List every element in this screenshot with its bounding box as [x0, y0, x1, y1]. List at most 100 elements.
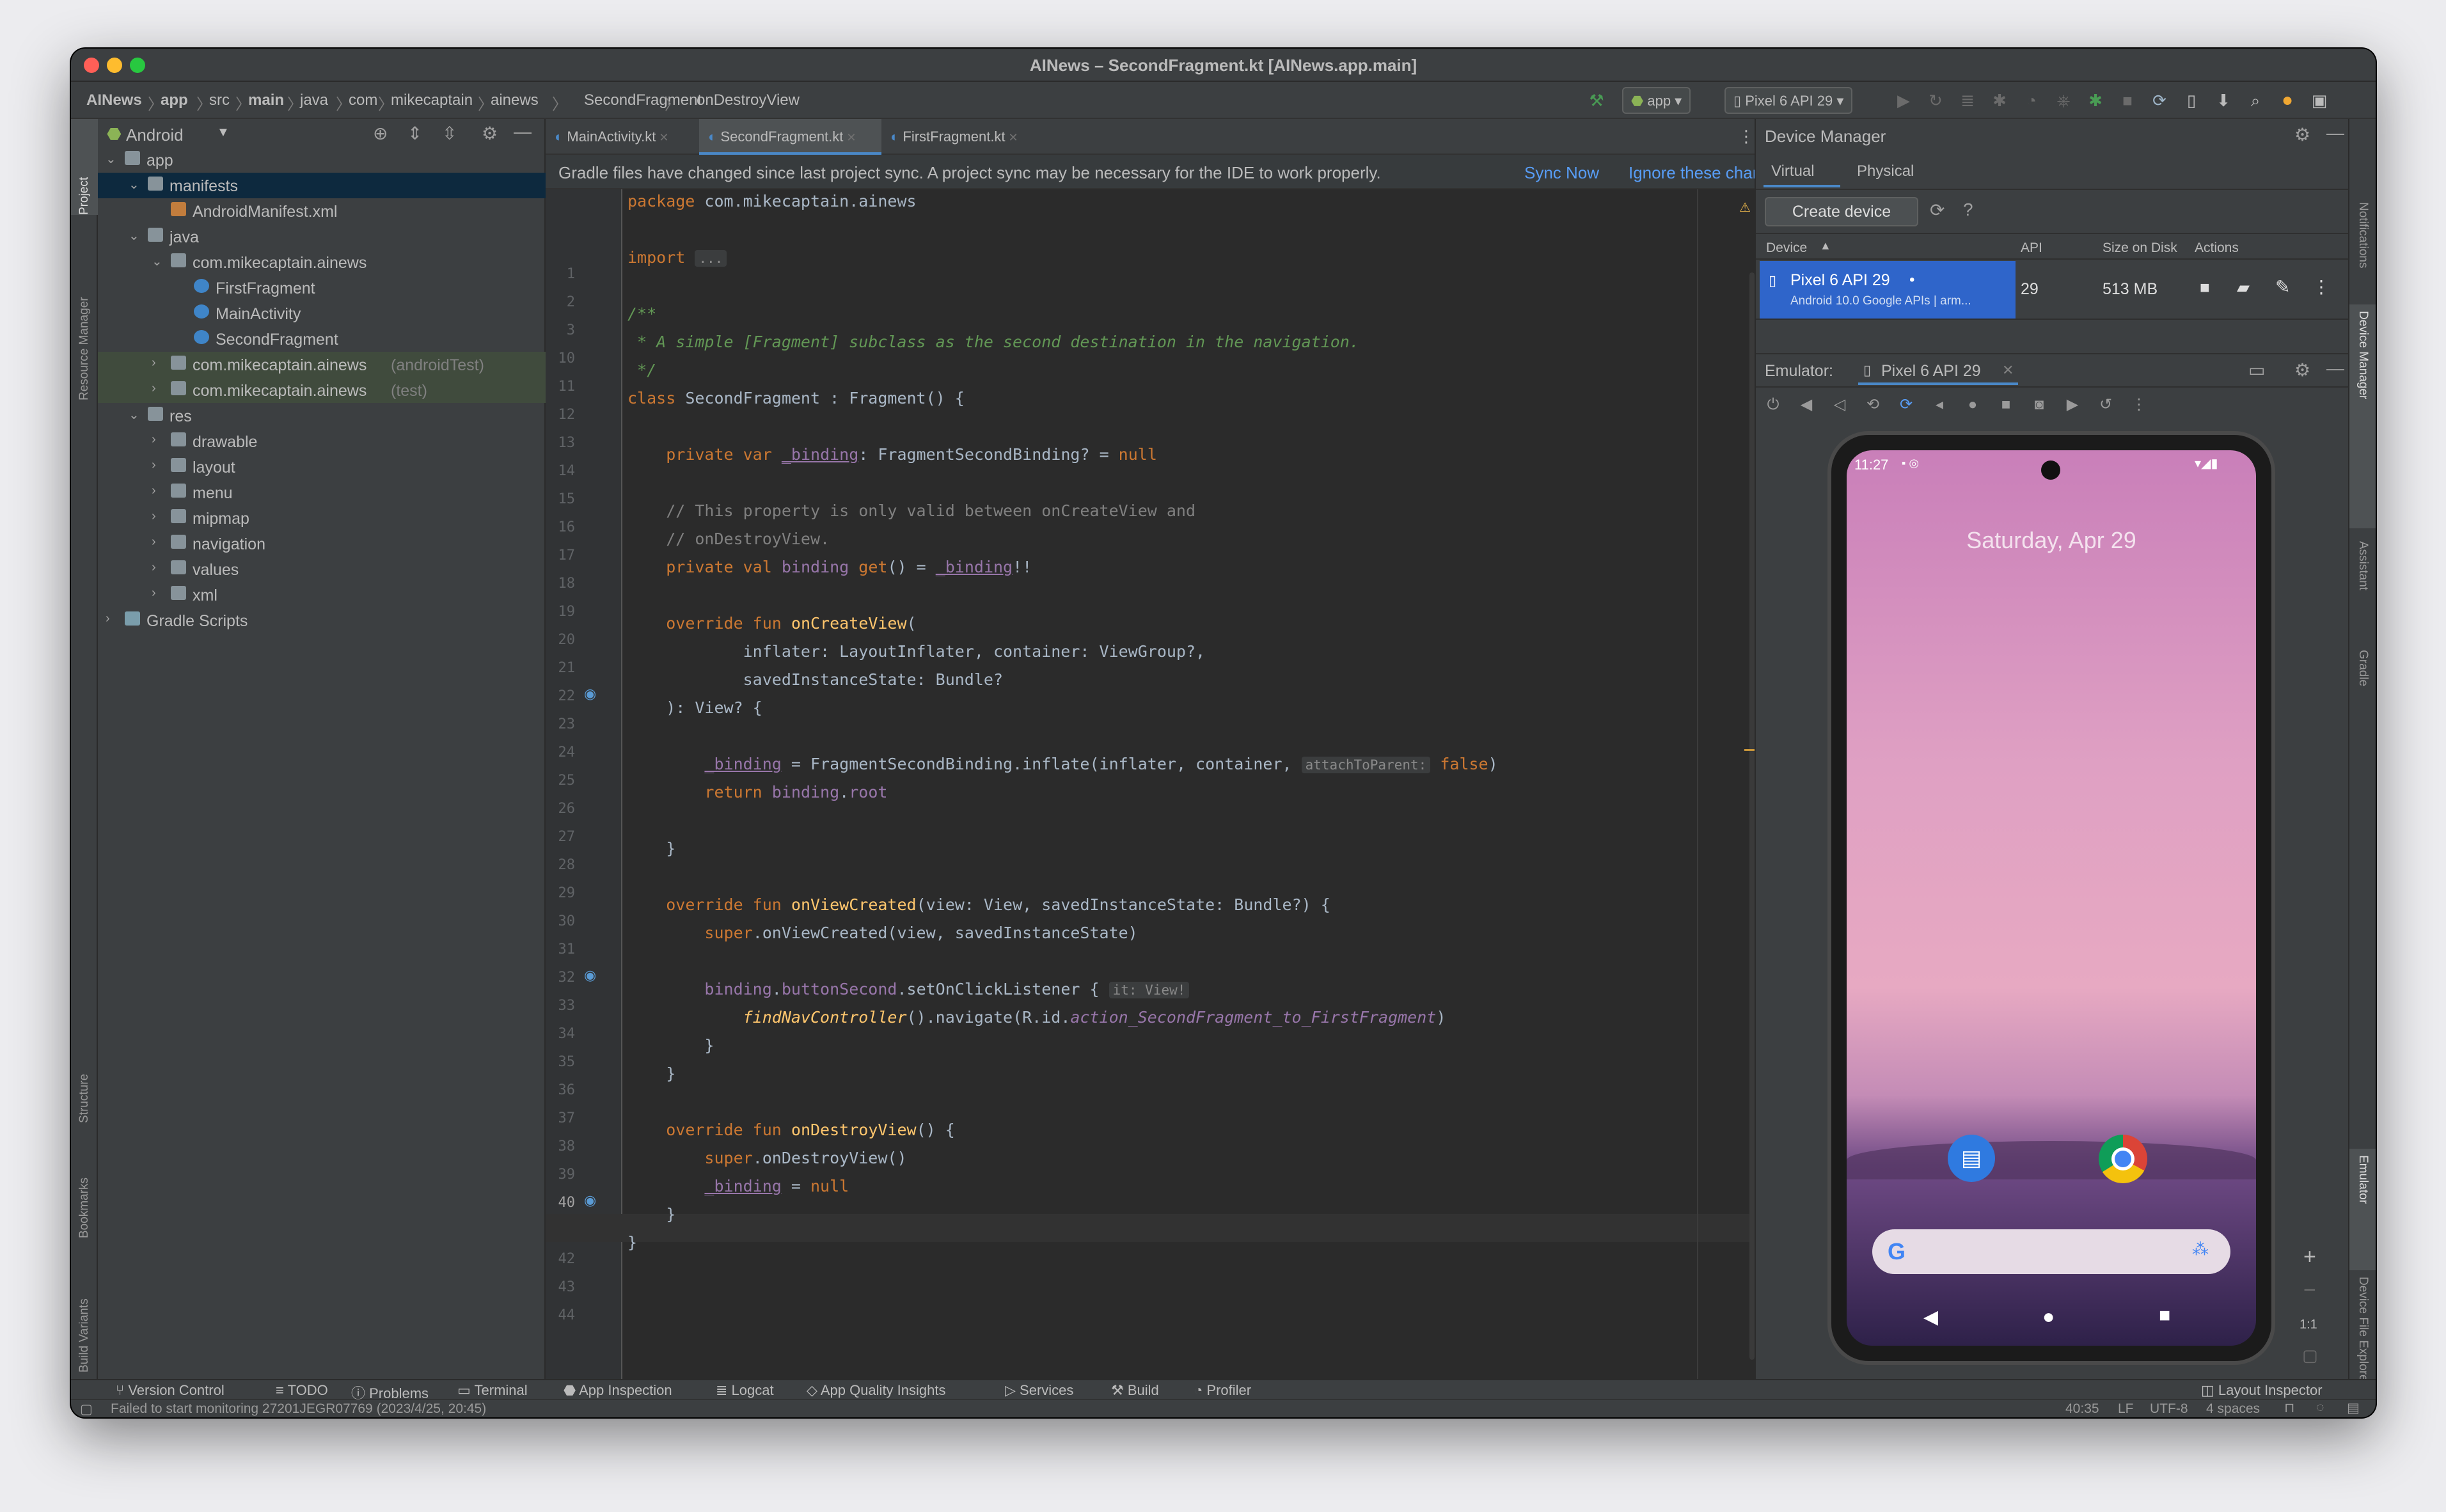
code-line[interactable]: super.onViewCreated(view, savedInstanceS…	[627, 924, 1137, 942]
tool-todo[interactable]: ≡ TODO	[276, 1382, 328, 1399]
tool-services[interactable]: ▷ Services	[1005, 1382, 1073, 1399]
col-device[interactable]: Device	[1766, 240, 1807, 256]
override-marker-icon[interactable]: ◉	[584, 1192, 596, 1209]
device-cell-selected[interactable]: ▯ Pixel 6 API 29 • Android 10.0 Google A…	[1760, 261, 2016, 319]
tree-item[interactable]: › com.mikecaptain.ainews (test)	[98, 377, 546, 403]
stop-icon[interactable]: ■	[2118, 91, 2137, 110]
lock-icon[interactable]: ⊓	[2284, 1400, 2294, 1416]
fit-screen-icon[interactable]: ▢	[2302, 1346, 2318, 1366]
breadcrumb-item[interactable]: AINews	[86, 91, 142, 109]
expand-all-icon[interactable]: ⇕	[407, 123, 422, 144]
breadcrumb-item[interactable]: onDestroyView	[677, 91, 800, 109]
tab-mainactivity-kt[interactable]: ◐ MainActivity.kt ✕	[546, 119, 699, 155]
hide-panel-icon[interactable]: —	[2326, 358, 2344, 379]
breadcrumb-item[interactable]: main	[248, 91, 284, 109]
screenshot-icon[interactable]: ◙	[2028, 394, 2050, 416]
collapse-all-icon[interactable]: ⇳	[442, 123, 457, 144]
code-line[interactable]: import ...	[627, 248, 727, 267]
tree-item[interactable]: ⌄ java	[98, 224, 546, 249]
tree-item[interactable]: › layout	[98, 454, 546, 480]
status-message[interactable]: Failed to start monitoring 27201JEGR0776…	[111, 1401, 486, 1417]
chevron-down-icon[interactable]: ⌄	[129, 228, 139, 244]
override-marker-icon[interactable]: ◉	[584, 967, 596, 984]
nav-recents-icon[interactable]: ■	[2159, 1305, 2170, 1327]
resource-manager-tool-button[interactable]: Resource Manager	[77, 297, 91, 400]
code-line[interactable]: override fun onViewCreated(view: View, s…	[627, 895, 1330, 914]
breadcrumb-item[interactable]: app	[161, 91, 188, 109]
rerun-icon[interactable]: ↻	[1926, 91, 1945, 110]
messages-app-icon[interactable]: ▤	[1948, 1135, 1995, 1182]
code-line[interactable]: package com.mikecaptain.ainews	[627, 192, 917, 210]
device-manager-icon[interactable]: ▯	[2182, 91, 2201, 110]
tree-item[interactable]: › com.mikecaptain.ainews (androidTest)	[98, 352, 546, 377]
tool-logcat[interactable]: ≣ Logcat	[716, 1382, 774, 1399]
close-icon[interactable]: ✕	[2002, 362, 2014, 379]
chrome-app-icon[interactable]	[2099, 1135, 2147, 1183]
build-variants-tool-button[interactable]: Build Variants	[77, 1298, 91, 1373]
window-mode-icon[interactable]: ▭	[2248, 359, 2265, 381]
rotate-right-icon[interactable]: ⟳	[1895, 394, 1917, 416]
edit-pencil-icon[interactable]: ✎	[2275, 276, 2290, 297]
device-row[interactable]: ▯ Pixel 6 API 29 • Android 10.0 Google A…	[1756, 261, 2349, 320]
status-toggle-icon[interactable]: ▢	[80, 1401, 93, 1417]
gear-icon[interactable]: ⚙	[2294, 124, 2310, 145]
close-tab-icon[interactable]: ✕	[656, 131, 668, 144]
col-api[interactable]: API	[2021, 240, 2042, 256]
file-encoding[interactable]: UTF-8	[2150, 1401, 2188, 1417]
snapshot-icon[interactable]: ↺	[2095, 394, 2117, 416]
memory-icon[interactable]: ◌	[2316, 1400, 2324, 1415]
code-line[interactable]: override fun onDestroyView() {	[627, 1121, 955, 1139]
code-line[interactable]: */	[627, 361, 656, 379]
attach-debugger-icon[interactable]: ⎈	[2054, 91, 2073, 110]
code-line[interactable]: ): View? {	[627, 698, 762, 717]
chevron-down-icon[interactable]: ▼	[217, 125, 230, 140]
breadcrumb-item[interactable]: com	[349, 91, 377, 109]
chevron-down-icon[interactable]: ⌄	[152, 253, 162, 269]
code-line[interactable]: }	[627, 1233, 637, 1252]
volume-up-icon[interactable]: ◀	[1795, 394, 1817, 416]
gear-icon[interactable]: ⚙	[2294, 359, 2310, 381]
sync-gradle-icon[interactable]: ⟳	[2150, 91, 2169, 110]
code-line[interactable]: binding.buttonSecond.setOnClickListener …	[627, 980, 1190, 998]
code-line[interactable]: }	[627, 839, 675, 858]
chevron-right-icon[interactable]: ›	[152, 586, 156, 601]
power-icon[interactable]: ⏻	[1762, 394, 1784, 416]
emulator-tab[interactable]: ▯ Pixel 6 API 29 ✕	[1858, 356, 2018, 385]
device-dropdown[interactable]: ▯ Pixel 6 API 29 ▾	[1724, 87, 1853, 114]
code-line[interactable]: }	[627, 1205, 675, 1224]
tool-profiler[interactable]: ◔ Profiler	[1194, 1382, 1251, 1399]
breadcrumb-item[interactable]: java	[300, 91, 328, 109]
gradle-tool-button[interactable]: Gradle	[2356, 650, 2370, 686]
build-hammer-icon[interactable]: ⚒	[1587, 91, 1606, 110]
chevron-right-icon[interactable]: ›	[152, 560, 156, 575]
code-line[interactable]: }	[627, 1064, 675, 1083]
tree-item[interactable]: › mipmap	[98, 505, 546, 531]
locate-icon[interactable]: ⊕	[373, 123, 388, 144]
device-manager-tool-button[interactable]: Device Manager	[2356, 311, 2370, 399]
code-line[interactable]: super.onDestroyView()	[627, 1149, 906, 1167]
caret-position[interactable]: 40:35	[2065, 1401, 2099, 1417]
code-line[interactable]: savedInstanceState: Bundle?	[627, 670, 1003, 689]
layout-inspector-button[interactable]: ◫ Layout Inspector	[2201, 1382, 2323, 1399]
chevron-right-icon[interactable]: ›	[152, 356, 156, 370]
more-actions-icon[interactable]: ⋮	[2312, 276, 2330, 297]
project-tool-button[interactable]: Project	[77, 177, 91, 215]
chevron-right-icon[interactable]: ›	[106, 611, 110, 626]
phone-screen[interactable]: 11:27 ▪ ◎ ▾◢▮ Saturday, Apr 29 ▤ G ⁂ ◀ ●…	[1847, 450, 2256, 1346]
sdk-manager-icon[interactable]: ⬇	[2214, 91, 2233, 110]
code-line[interactable]: override fun onCreateView(	[627, 614, 916, 633]
code-line[interactable]: private val binding get() = _binding!!	[627, 558, 1032, 576]
run-icon[interactable]: ▶	[1894, 91, 1913, 110]
indent-setting[interactable]: 4 spaces	[2206, 1401, 2260, 1417]
tree-item[interactable]: AndroidManifest.xml	[98, 198, 546, 224]
code-line[interactable]: return binding.root	[627, 783, 887, 801]
code-line[interactable]: inflater: LayoutInflater, container: Vie…	[627, 642, 1205, 661]
overview-icon[interactable]: ■	[1995, 394, 2017, 416]
open-folder-icon[interactable]: ▰	[2237, 278, 2250, 297]
code-line[interactable]: class SecondFragment : Fragment() {	[627, 389, 965, 407]
tool-version-control[interactable]: ⑂ Version Control	[116, 1382, 225, 1399]
tool-terminal[interactable]: ▭ Terminal	[457, 1382, 528, 1399]
close-tab-icon[interactable]: ✕	[1006, 131, 1018, 144]
tree-item[interactable]: SecondFragment	[98, 326, 546, 352]
chevron-right-icon[interactable]: ›	[152, 509, 156, 524]
